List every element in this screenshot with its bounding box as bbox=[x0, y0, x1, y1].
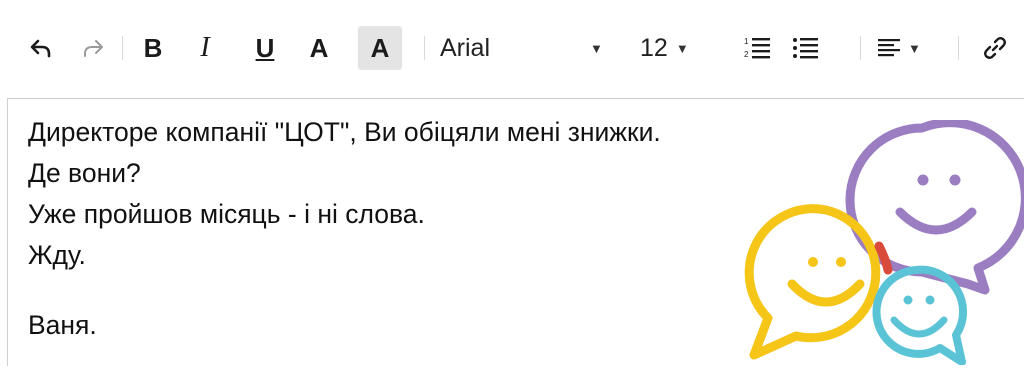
font-size-value: 12 bbox=[640, 33, 668, 62]
editor-line: Директоре компанії "ЦОТ", Ви обіцяли мен… bbox=[28, 117, 661, 147]
toolbar-separator bbox=[958, 36, 959, 60]
text-color-button[interactable]: A bbox=[304, 26, 334, 70]
undo-icon bbox=[30, 39, 51, 58]
highlight-color-button[interactable]: A bbox=[358, 26, 402, 70]
overlap-accent bbox=[874, 241, 893, 275]
editor-line: Ваня. bbox=[28, 310, 97, 340]
smiley-bubbles-icon bbox=[744, 118, 1024, 366]
link-icon bbox=[984, 37, 1006, 59]
italic-button[interactable]: I bbox=[190, 26, 220, 70]
undo-button[interactable] bbox=[26, 26, 56, 70]
bullet-list-icon bbox=[793, 38, 818, 59]
smiley-bubbles-illustration bbox=[740, 118, 1024, 366]
toolbar-separator bbox=[424, 36, 425, 60]
font-family-select[interactable]: Arial ▼ bbox=[440, 26, 610, 70]
editor-line: Де вони? bbox=[28, 158, 141, 188]
chevron-down-icon: ▼ bbox=[675, 40, 689, 56]
editor-line: Уже пройшов місяць - і ні слова. bbox=[28, 199, 425, 229]
toolbar-separator bbox=[860, 36, 861, 60]
insert-link-button[interactable] bbox=[975, 26, 1015, 70]
font-size-select[interactable]: 12 ▼ bbox=[640, 26, 710, 70]
yellow-smiley-bubble bbox=[744, 204, 881, 360]
bold-button[interactable]: B bbox=[138, 26, 168, 70]
chevron-down-icon: ▼ bbox=[590, 40, 603, 56]
numbered-list-icon: 1 2 bbox=[744, 37, 770, 59]
font-family-value: Arial bbox=[440, 33, 491, 62]
bullet-list-button[interactable] bbox=[790, 26, 822, 70]
align-select[interactable]: ▼ bbox=[878, 26, 938, 70]
editor-line: Жду. bbox=[28, 240, 86, 270]
align-left-icon bbox=[878, 39, 900, 57]
numbered-list-button[interactable]: 1 2 bbox=[742, 26, 774, 70]
cyan-smiley-bubble bbox=[872, 265, 968, 366]
chevron-down-icon: ▼ bbox=[908, 40, 921, 56]
redo-icon bbox=[84, 40, 103, 57]
toolbar-separator bbox=[122, 36, 123, 60]
svg-text:2: 2 bbox=[744, 50, 749, 59]
redo-button[interactable] bbox=[78, 26, 108, 70]
svg-text:1: 1 bbox=[744, 37, 749, 46]
editor-toolbar: B I U A A Arial ▼ 12 ▼ 1 2 ▼ bbox=[0, 0, 1024, 98]
underline-button[interactable]: U bbox=[250, 26, 280, 70]
